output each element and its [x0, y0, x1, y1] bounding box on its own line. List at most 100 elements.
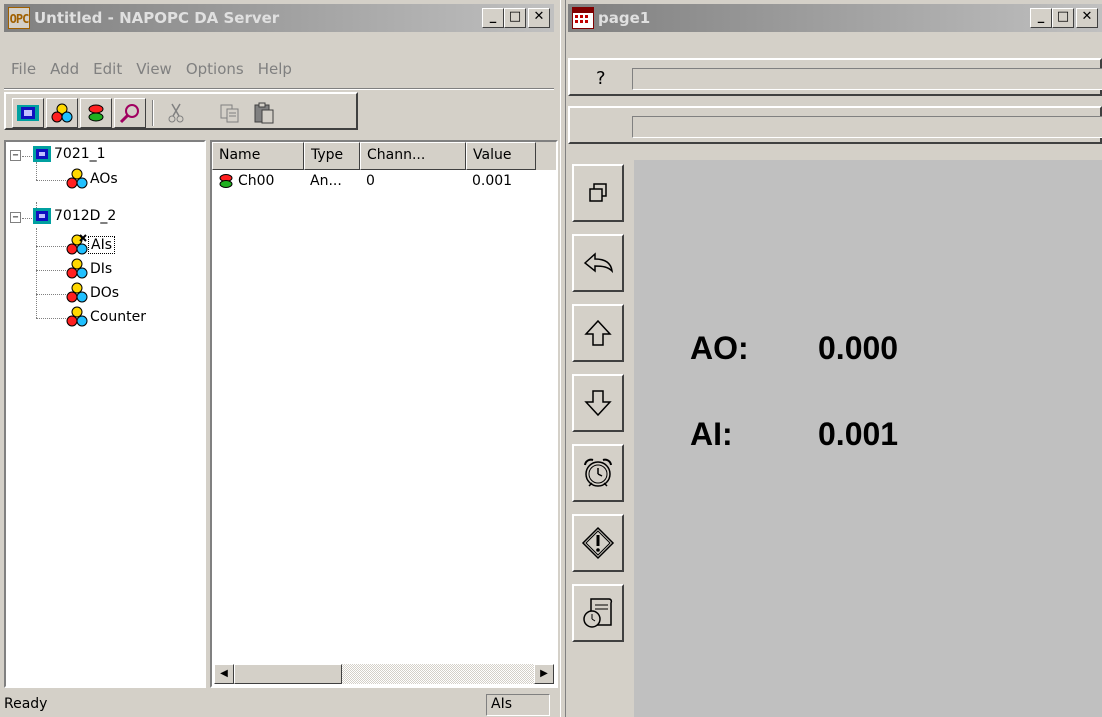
help-icon[interactable]: ?	[596, 68, 606, 89]
add-group-button[interactable]	[46, 98, 78, 128]
column-header-channel[interactable]: Chann...	[360, 142, 466, 170]
ao-value: 0.000	[818, 330, 899, 366]
tree-item-group[interactable]: DIs	[66, 258, 114, 280]
cell-name: Ch00	[212, 173, 304, 189]
tree-connector	[36, 246, 66, 247]
cut-button[interactable]	[160, 98, 192, 128]
copy-icon	[220, 104, 239, 123]
search-icon	[119, 104, 139, 124]
status-panel: AIs	[486, 694, 550, 716]
column-header-value[interactable]: Value	[466, 142, 536, 170]
paste-icon	[254, 102, 274, 124]
left-titlebar[interactable]: OPC Untitled - NAPOPC DA Server _ □ ✕	[4, 4, 554, 32]
cell-type: An...	[310, 173, 342, 189]
tree-connector	[36, 180, 66, 181]
alarm-clock-button[interactable]	[572, 444, 624, 502]
left-window-title: Untitled - NAPOPC DA Server	[34, 9, 280, 27]
back-arrow-icon	[583, 252, 614, 274]
menu-separator	[4, 88, 554, 90]
toolbar	[4, 92, 358, 130]
paste-button[interactable]	[248, 98, 280, 128]
tree-connector	[36, 228, 37, 318]
tree-connector	[22, 218, 32, 219]
toolbar-separator	[152, 100, 154, 126]
scroll-track[interactable]	[342, 664, 534, 684]
menu-help[interactable]: Help	[251, 60, 299, 78]
horizontal-scrollbar[interactable]: ◀ ▶	[214, 664, 554, 684]
maximize-button[interactable]: □	[1052, 8, 1074, 28]
page-app-icon[interactable]	[572, 7, 594, 29]
warning-diamond-icon	[581, 526, 615, 560]
tree-item-group[interactable]: DOs	[66, 282, 121, 304]
maximize-button[interactable]: □	[504, 8, 526, 28]
scroll-left-button[interactable]: ◀	[214, 664, 234, 684]
copy-button[interactable]	[214, 98, 246, 128]
arrow-down-icon	[584, 390, 612, 417]
add-device-button[interactable]	[12, 98, 44, 128]
device-icon	[17, 105, 39, 121]
info-bar	[568, 106, 1102, 144]
group-icon	[66, 306, 88, 327]
opc-app-icon[interactable]: OPC	[8, 7, 30, 29]
monitor-canvas: AO: 0.000 AI: 0.001	[634, 160, 1102, 717]
tree-item-label: DOs	[90, 285, 120, 301]
restore-windows-button[interactable]	[572, 164, 624, 222]
menu-options[interactable]: Options	[179, 60, 251, 78]
close-button[interactable]: ✕	[528, 8, 550, 28]
tree-item-label: AOs	[90, 171, 118, 187]
list-header: Name Type Chann... Value	[212, 142, 556, 170]
tree-item-label: DIs	[90, 261, 113, 277]
scroll-right-button[interactable]: ▶	[534, 664, 554, 684]
down-button[interactable]	[572, 374, 624, 432]
menu-edit[interactable]: Edit	[86, 60, 129, 78]
group-icon	[66, 258, 88, 279]
tree-item-label: 7012D_2	[54, 208, 117, 224]
close-button[interactable]: ✕	[1076, 8, 1098, 28]
group-icon	[51, 103, 73, 123]
scroll-thumb[interactable]	[234, 664, 342, 684]
ai-value: 0.001	[818, 416, 899, 452]
menu-add[interactable]: Add	[43, 60, 86, 78]
table-row[interactable]: Ch00 An... 0 0.001	[212, 170, 556, 192]
collapse-toggle[interactable]: −	[10, 212, 21, 223]
right-titlebar[interactable]: page1 _ □ ✕	[568, 4, 1102, 32]
group-icon	[66, 168, 88, 189]
group-icon	[66, 234, 88, 255]
cell-value: 0.001	[472, 173, 513, 189]
tree-item-device[interactable]: 7021_1	[32, 144, 108, 164]
column-header-name[interactable]: Name	[212, 142, 304, 170]
device-icon	[33, 146, 51, 162]
status-text: Ready	[4, 696, 48, 712]
search-button[interactable]	[114, 98, 146, 128]
tree-item-group-selected[interactable]: AIs	[66, 234, 115, 256]
tag-name: Ch00	[238, 173, 275, 189]
tree-view[interactable]: − 7021_1 AOs − 7012D_2 AIs DIs DOs Count	[4, 140, 206, 688]
back-button[interactable]	[572, 234, 624, 292]
tree-item-group[interactable]: AOs	[66, 168, 120, 190]
menu-file[interactable]: File	[4, 60, 43, 78]
tag-icon	[88, 104, 104, 122]
tree-item-label: AIs	[88, 236, 115, 254]
minimize-button[interactable]: _	[482, 8, 504, 28]
ai-reading: AI: 0.001	[690, 416, 898, 453]
tag-list-view[interactable]: Name Type Chann... Value Ch00 An... 0 0.…	[210, 140, 558, 688]
minimize-button[interactable]: _	[1030, 8, 1052, 28]
tree-item-device[interactable]: 7012D_2	[32, 206, 118, 226]
alarm-warning-button[interactable]	[572, 514, 624, 572]
tree-item-group[interactable]: Counter	[66, 306, 148, 328]
device-icon	[33, 208, 51, 224]
tree-connector	[36, 318, 66, 319]
up-button[interactable]	[572, 304, 624, 362]
add-tag-button[interactable]	[80, 98, 112, 128]
scissors-icon	[168, 103, 184, 123]
ao-reading: AO: 0.000	[690, 330, 898, 367]
collapse-toggle[interactable]: −	[10, 150, 21, 161]
windows-icon	[589, 183, 607, 202]
right-window-title: page1	[598, 9, 651, 27]
alarm-log-button[interactable]	[572, 584, 624, 642]
menu-bar: File Add Edit View Options Help	[4, 60, 299, 78]
menu-view[interactable]: View	[129, 60, 179, 78]
side-toolbar	[568, 160, 634, 717]
column-header-type[interactable]: Type	[304, 142, 360, 170]
alarm-log-icon	[583, 598, 613, 628]
